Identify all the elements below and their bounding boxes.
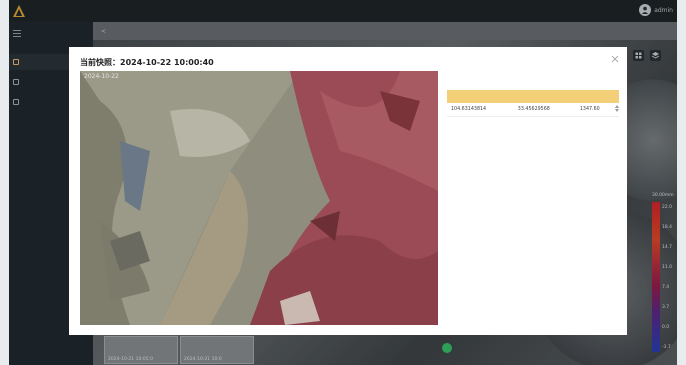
cell-longitude: 104.63143814 bbox=[447, 103, 514, 117]
location-info-panel: 104.63143814 33.45629568 1347.60 bbox=[447, 71, 619, 325]
modal-title: 当前快照：2024-10-22 10:00:40 bbox=[80, 58, 214, 67]
table-header-row bbox=[447, 90, 619, 103]
snapshot-timestamp: 2024-10-22 bbox=[84, 73, 119, 80]
column-header-altitude bbox=[575, 90, 619, 103]
close-icon[interactable] bbox=[611, 55, 619, 63]
cell-altitude: 1347.60 bbox=[575, 103, 619, 117]
table-row: 104.63143814 33.45629568 1347.60 bbox=[447, 103, 619, 117]
snapshot-modal: 当前快照：2024-10-22 10:00:40 2024-10-22 104.… bbox=[69, 47, 627, 335]
column-header-longitude bbox=[447, 90, 514, 103]
table-scrollbar[interactable] bbox=[614, 104, 619, 116]
app-frame: admin < 30.00mm 22.0 18.4 14.7 11.0 7.4 bbox=[9, 0, 677, 365]
cell-latitude: 33.45629568 bbox=[513, 103, 576, 117]
snapshot-image: 2024-10-22 bbox=[80, 71, 438, 325]
scroll-down-icon[interactable] bbox=[614, 109, 619, 112]
scroll-up-icon[interactable] bbox=[614, 105, 619, 108]
column-header-latitude bbox=[513, 90, 576, 103]
location-table: 104.63143814 33.45629568 1347.60 bbox=[447, 90, 619, 117]
info-header bbox=[447, 71, 619, 83]
